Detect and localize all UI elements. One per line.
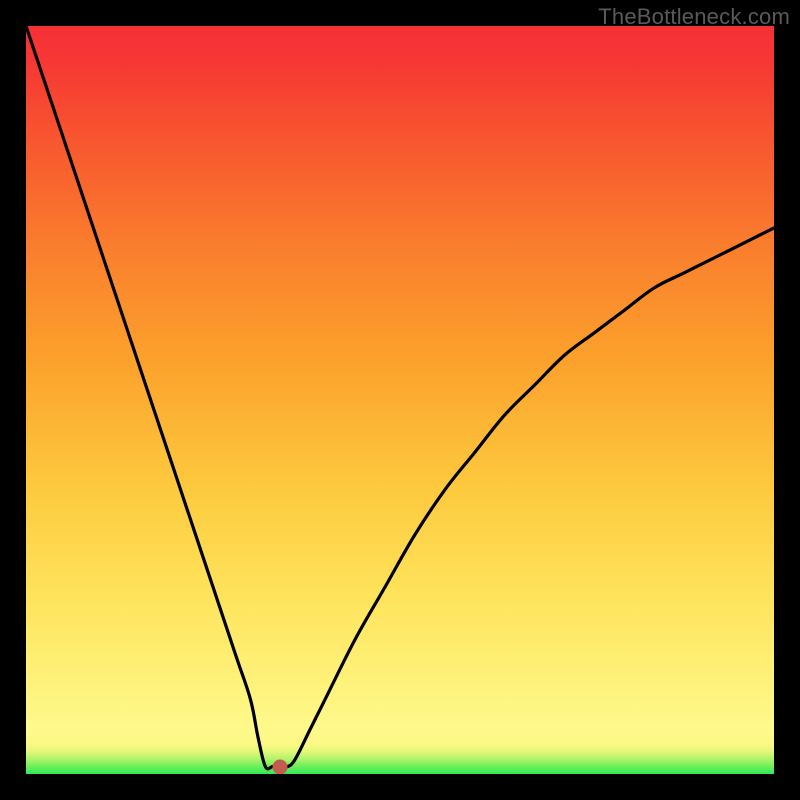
curve-svg (26, 26, 774, 774)
marker-dot (273, 759, 288, 774)
plot-area (26, 26, 774, 774)
bottleneck-curve (26, 26, 774, 769)
chart-frame: TheBottleneck.com (0, 0, 800, 800)
watermark-text: TheBottleneck.com (598, 4, 790, 30)
